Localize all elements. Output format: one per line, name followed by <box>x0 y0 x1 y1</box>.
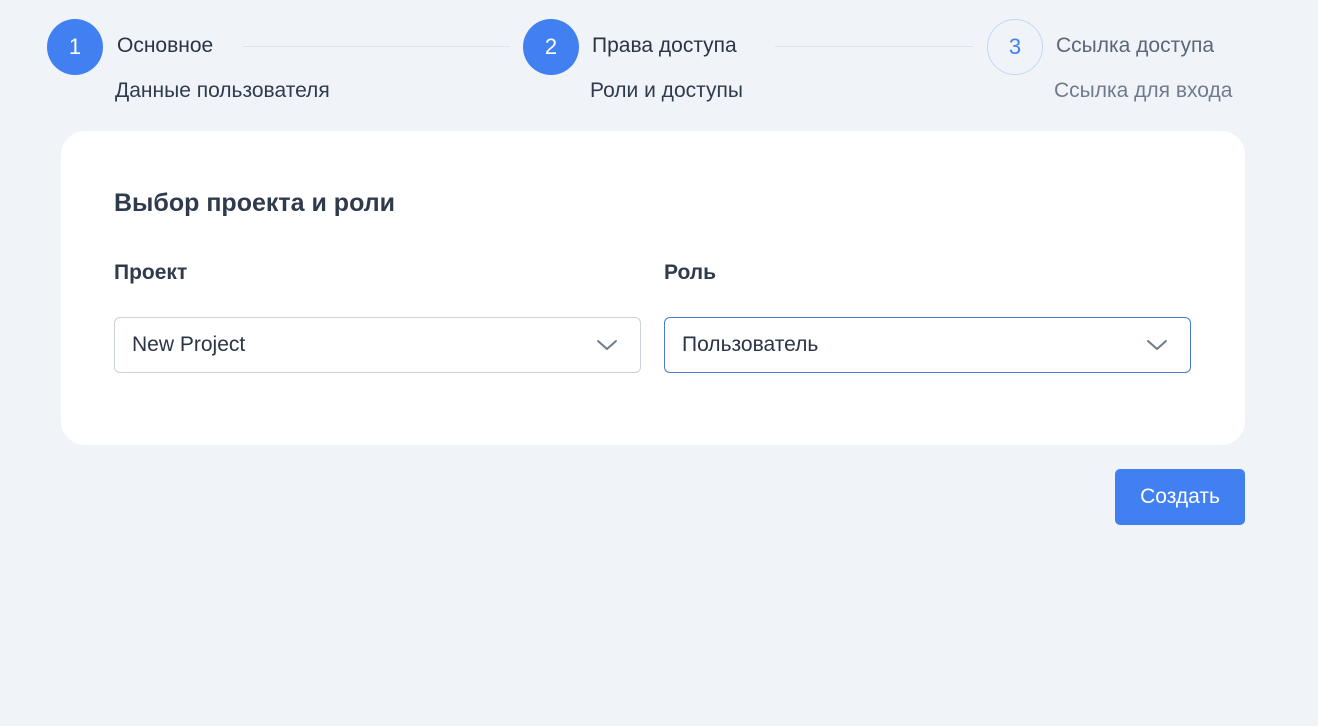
chevron-down-icon <box>1147 340 1167 350</box>
chevron-down-icon <box>597 340 617 350</box>
step-1-subtitle: Данные пользователя <box>115 79 330 102</box>
step-3-subtitle: Ссылка для входа <box>1054 79 1233 102</box>
project-role-card: Выбор проекта и роли Проект New Project … <box>61 131 1245 445</box>
project-select[interactable]: New Project <box>114 317 641 373</box>
step-connector-1 <box>243 46 510 47</box>
step-1-title[interactable]: Основное <box>117 34 213 58</box>
step-1-indicator[interactable]: 1 <box>47 19 103 75</box>
card-title: Выбор проекта и роли <box>114 189 395 217</box>
step-3-title[interactable]: Ссылка доступа <box>1056 34 1214 58</box>
step-2-subtitle: Роли и доступы <box>590 79 743 102</box>
step-1-number: 1 <box>68 34 82 59</box>
role-select-value: Пользователь <box>682 333 819 356</box>
step-2-indicator[interactable]: 2 <box>523 19 579 75</box>
role-label: Роль <box>664 261 717 284</box>
project-select-value: New Project <box>132 333 246 356</box>
step-2-title[interactable]: Права доступа <box>592 34 737 58</box>
step-2-number: 2 <box>544 34 558 59</box>
step-3-indicator[interactable]: 3 <box>987 19 1043 75</box>
step-connector-2 <box>775 46 973 47</box>
step-3-number: 3 <box>1008 34 1022 59</box>
create-button[interactable]: Создать <box>1115 469 1245 525</box>
stepper: 1 Основное Данные пользователя 2 Права д… <box>0 0 1318 120</box>
role-select[interactable]: Пользователь <box>664 317 1191 373</box>
project-label: Проект <box>114 261 188 284</box>
